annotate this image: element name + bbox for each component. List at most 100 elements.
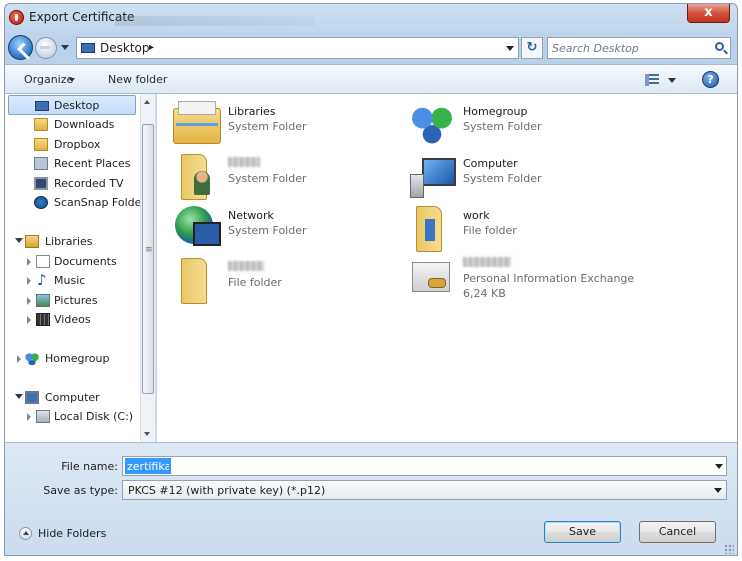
address-bar[interactable]: Desktop ▸ [76, 37, 519, 59]
scroll-down-icon[interactable] [144, 432, 150, 436]
tv-icon [34, 177, 48, 190]
sidebar-scrollbar[interactable] [140, 94, 155, 442]
sidebar-item-desktop[interactable]: Desktop [8, 95, 136, 115]
item-name-redacted [228, 157, 260, 170]
cancel-button[interactable]: Cancel [639, 521, 716, 543]
app-warning-icon [9, 10, 24, 25]
list-item-homegroup[interactable]: Homegroup System Folder [408, 102, 640, 152]
refresh-button[interactable]: ↻ [521, 37, 543, 59]
resize-grip[interactable] [724, 544, 734, 554]
list-item-user-folder[interactable]: System Folder [173, 154, 405, 204]
expand-arrow-icon[interactable] [27, 297, 31, 305]
network-icon [175, 206, 221, 246]
item-name: Computer [463, 157, 518, 170]
view-options-dropdown-icon[interactable] [668, 78, 676, 83]
item-type: File folder [228, 276, 282, 289]
computer-icon [25, 391, 39, 404]
homegroup-icon [408, 102, 456, 148]
recent-places-icon [34, 157, 48, 170]
sidebar-item-homegroup[interactable]: Homegroup [5, 349, 137, 369]
search-box[interactable] [547, 37, 731, 59]
sidebar-item-videos[interactable]: Videos [5, 310, 137, 330]
sidebar-item-recorded-tv[interactable]: Recorded TV [5, 174, 137, 194]
sidebar-item-label: Recorded TV [54, 177, 124, 190]
certificate-icon [408, 254, 456, 300]
save-button[interactable]: Save [544, 521, 621, 543]
item-type: System Folder [228, 224, 307, 237]
expand-arrow-icon[interactable] [27, 258, 31, 266]
file-name-dropdown-icon[interactable] [715, 464, 723, 469]
organize-button[interactable]: Organize [24, 73, 73, 86]
computer-icon [408, 154, 456, 200]
list-item-folder[interactable]: File folder [173, 258, 405, 308]
item-name: Libraries [228, 105, 276, 118]
save-options-panel: File name: Save as type: PKCS #12 (with … [5, 442, 737, 555]
back-button[interactable] [8, 35, 33, 60]
sidebar-item-label: Recent Places [54, 157, 131, 170]
item-name-redacted [463, 257, 511, 270]
change-view-icon[interactable] [645, 74, 659, 86]
sidebar-item-downloads[interactable]: Downloads [5, 115, 137, 135]
save-as-type-dropdown-icon[interactable] [714, 488, 722, 493]
navigation-bar: Desktop ▸ ↻ [5, 32, 737, 64]
folder-icon [416, 206, 442, 252]
sidebar-item-label: Homegroup [45, 352, 110, 365]
sidebar-item-label: Videos [54, 313, 91, 326]
homegroup-icon [25, 352, 39, 365]
item-type: System Folder [463, 172, 542, 185]
navigation-pane: Desktop Downloads Dropbox Recent Places … [5, 94, 156, 442]
help-button[interactable]: ? [702, 71, 719, 88]
libraries-icon [173, 101, 221, 144]
title-bar-ghost-text [115, 16, 315, 26]
item-type: Personal Information Exchange [463, 272, 635, 285]
sidebar-item-pictures[interactable]: Pictures [5, 291, 137, 311]
export-certificate-dialog: Export Certificate x Desktop ▸ ↻ Organiz… [4, 3, 738, 556]
sidebar-item-local-disk[interactable]: Local Disk (C:) [5, 407, 137, 427]
sidebar-item-computer[interactable]: Computer [5, 388, 137, 408]
expand-arrow-icon[interactable] [27, 413, 31, 421]
search-input[interactable] [552, 40, 702, 56]
sidebar-item-label: Computer [45, 391, 100, 404]
item-name: Homegroup [463, 105, 528, 118]
list-item-libraries[interactable]: Libraries System Folder [173, 101, 405, 152]
sidebar-item-label: Pictures [54, 294, 98, 307]
address-location[interactable]: Desktop [100, 41, 150, 55]
sidebar-item-libraries[interactable]: Libraries [5, 232, 137, 252]
collapse-arrow-icon[interactable] [15, 394, 23, 399]
list-item-work[interactable]: work File folder [408, 206, 640, 256]
search-icon[interactable] [715, 42, 724, 51]
list-item-certificate-file[interactable]: Personal Information Exchange 6,24 KB [408, 254, 640, 308]
expand-arrow-icon[interactable] [17, 355, 21, 363]
breadcrumb-chevron-icon[interactable]: ▸ [149, 42, 154, 53]
collapse-arrow-icon[interactable] [15, 238, 23, 243]
item-name: Network [228, 209, 274, 222]
sidebar-item-music[interactable]: Music [5, 271, 137, 291]
sidebar-item-scansnap-folder[interactable]: ScanSnap Folder [5, 193, 146, 213]
scroll-up-icon[interactable] [144, 100, 150, 104]
videos-icon [36, 313, 50, 326]
new-folder-button[interactable]: New folder [108, 73, 167, 86]
list-item-computer[interactable]: Computer System Folder [408, 154, 640, 204]
expand-arrow-icon[interactable] [27, 316, 31, 324]
libraries-icon [25, 235, 39, 248]
disk-icon [36, 410, 50, 423]
address-dropdown-icon[interactable] [506, 46, 514, 51]
save-as-type-value: PKCS #12 (with private key) (*.p12) [128, 484, 326, 497]
desktop-icon [81, 43, 95, 53]
file-name-input[interactable] [125, 458, 171, 474]
recent-locations-dropdown-icon[interactable] [61, 45, 69, 50]
sidebar-item-recent-places[interactable]: Recent Places [5, 154, 137, 174]
sidebar-item-documents[interactable]: Documents [5, 252, 137, 272]
list-item-network[interactable]: Network System Folder [173, 206, 405, 256]
item-name: work [463, 209, 490, 222]
forward-button[interactable] [35, 37, 57, 59]
sidebar-item-dropbox[interactable]: Dropbox [5, 135, 137, 155]
save-as-type-select[interactable]: PKCS #12 (with private key) (*.p12) [122, 480, 727, 500]
expand-arrow-icon[interactable] [27, 277, 31, 285]
downloads-folder-icon [34, 118, 48, 131]
scrollbar-thumb[interactable] [142, 124, 154, 394]
file-name-combobox[interactable] [122, 456, 727, 476]
close-button[interactable]: x [687, 4, 730, 23]
command-toolbar: Organize New folder ? [5, 64, 737, 94]
organize-dropdown-icon[interactable] [69, 78, 75, 82]
